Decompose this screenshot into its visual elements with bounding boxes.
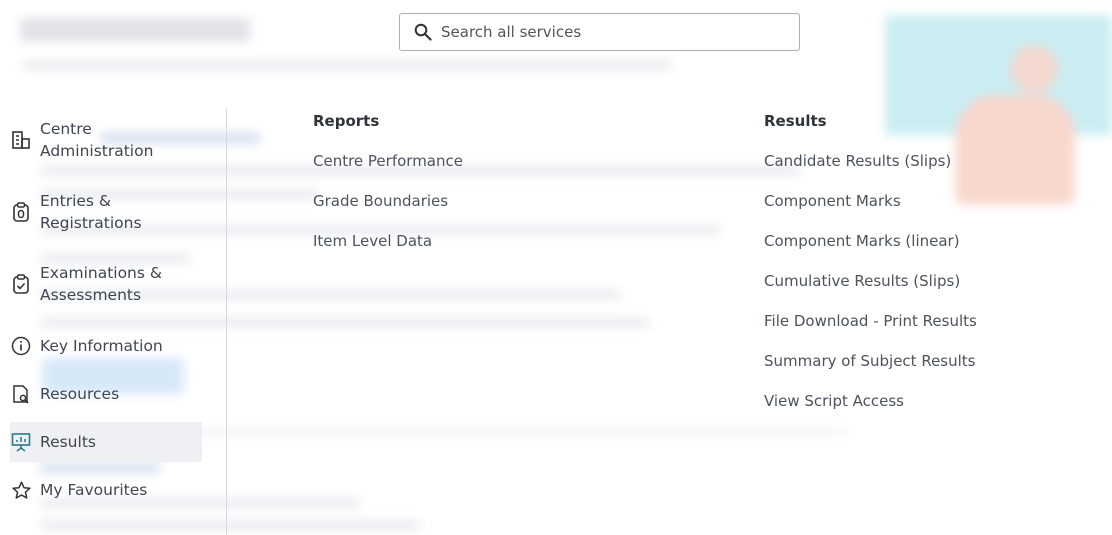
- link-summary-of-subject-results[interactable]: Summary of Subject Results: [764, 352, 976, 370]
- link-centre-performance[interactable]: Centre Performance: [313, 152, 463, 170]
- presentation-chart-icon: [10, 431, 32, 453]
- sidebar-item-label: Centre: [40, 120, 92, 138]
- search-input[interactable]: [441, 23, 771, 41]
- document-search-icon: [10, 383, 32, 405]
- link-component-marks[interactable]: Component Marks: [764, 192, 901, 210]
- background-heading: [20, 18, 250, 42]
- sidebar-item-label: Examinations &: [40, 264, 162, 282]
- sidebar-item-results[interactable]: Results: [10, 422, 202, 462]
- sidebar-item-entries-registrations[interactable]: Entries & Registrations: [10, 188, 202, 236]
- sidebar-item-label: Key Information: [40, 337, 163, 355]
- sidebar-item-label: My Favourites: [40, 481, 148, 499]
- link-file-download-print-results[interactable]: File Download - Print Results: [764, 312, 977, 330]
- star-icon: [10, 479, 32, 501]
- building-icon: [10, 129, 32, 151]
- sidebar-item-centre-administration[interactable]: Centre Administration: [10, 116, 202, 164]
- link-view-script-access[interactable]: View Script Access: [764, 392, 904, 410]
- sidebar-item-label: Assessments: [40, 286, 142, 304]
- sidebar-item-key-information[interactable]: Key Information: [10, 332, 202, 360]
- sidebar-item-label: Entries &: [40, 192, 111, 210]
- sidebar-item-label: Registrations: [40, 214, 142, 232]
- search-box[interactable]: [399, 13, 800, 51]
- sidebar-item-label: Resources: [40, 385, 120, 403]
- search-icon: [414, 23, 432, 41]
- background-person-head: [1010, 45, 1058, 93]
- link-cumulative-results-slips[interactable]: Cumulative Results (Slips): [764, 272, 960, 290]
- clipboard-icon: [10, 201, 32, 223]
- results-column-title: Results: [764, 112, 827, 130]
- category-sidebar: Centre Administration Entries & Registra…: [0, 108, 227, 535]
- services-mega-menu: Centre Administration Entries & Registra…: [0, 108, 1112, 535]
- sidebar-item-examinations-assessments[interactable]: Examinations & Assessments: [10, 260, 202, 308]
- sidebar-item-label: Results: [40, 433, 96, 451]
- link-candidate-results-slips[interactable]: Candidate Results (Slips): [764, 152, 951, 170]
- link-grade-boundaries[interactable]: Grade Boundaries: [313, 192, 448, 210]
- sidebar-item-resources[interactable]: Resources: [10, 380, 202, 408]
- reports-column-title: Reports: [313, 112, 380, 130]
- background-text-line: [22, 60, 672, 70]
- clipboard-check-icon: [10, 273, 32, 295]
- info-icon: [10, 335, 32, 357]
- sidebar-item-my-favourites[interactable]: My Favourites: [10, 476, 202, 504]
- sidebar-item-label: Administration: [40, 142, 154, 160]
- link-item-level-data[interactable]: Item Level Data: [313, 232, 432, 250]
- link-component-marks-linear[interactable]: Component Marks (linear): [764, 232, 960, 250]
